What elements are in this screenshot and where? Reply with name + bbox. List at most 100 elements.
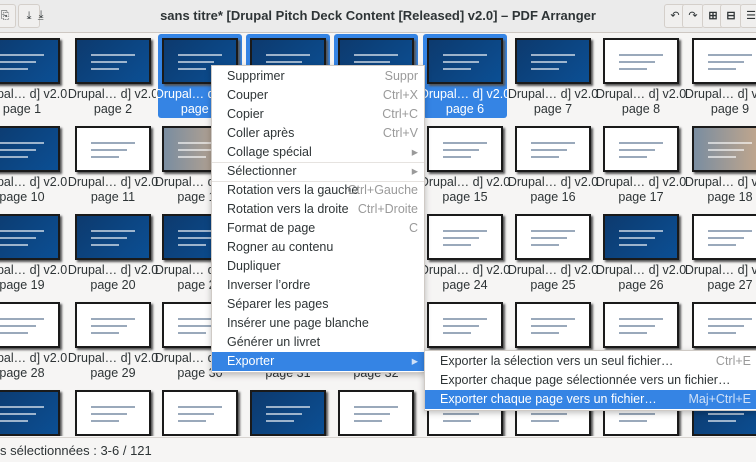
menu-item-accel: Maj+Ctrl+E [688,392,751,406]
menu-item-label: Format de page [227,221,316,235]
menu-item-label: Générer un livret [227,335,321,349]
page-preview [515,302,591,348]
menu-separator [212,181,424,182]
page-preview [338,390,414,436]
menu-item-label: Couper [227,88,268,102]
menu-item-exporter-chaque-page-vers-un-fichier[interactable]: Exporter chaque page vers un fichier… Maj… [425,390,756,409]
page-preview [427,302,503,348]
page-preview [0,214,60,260]
menu-item-g-n-rer-un-livret[interactable]: Générer un livret [212,333,424,352]
page-thumbnail-29[interactable]: Drupal… d] v2.0 page 29 [68,298,158,382]
page-thumbnail-9[interactable]: Drupal… d] v2.0page 9 [685,34,756,118]
page-thumbnail-18[interactable]: Drupal… d] v2.0page 18 [685,122,756,206]
page-preview [162,390,238,436]
menu-item-collage-sp-cial[interactable]: Collage spécial ▸ [212,143,424,162]
menu-item-coller-apr-s[interactable]: Coller après Ctrl+V [212,124,424,143]
page-preview [603,38,679,84]
page-thumbnail-8[interactable]: Drupal… d] v2.0 page 8 [596,34,686,118]
window-title: sans titre* [Drupal Pitch Deck Content [… [160,8,596,23]
page-thumbnail-26[interactable]: Drupal… d] v2.0 page 26 [596,210,686,294]
page-thumbnail-39[interactable]: Drupal… d] v2.0page 39 [158,386,242,436]
menu-item-exporter[interactable]: Exporter ▸ [212,352,424,371]
page-label: Drupal… d] v2.0 [684,87,756,101]
menu-item-dupliquer[interactable]: Dupliquer [212,257,424,276]
page-preview [692,214,756,260]
menu-item-exporter-la-s-lection-vers-un-seul-fichier[interactable]: Exporter la sélection vers un seul fichi… [425,352,756,371]
page-thumbnail-38[interactable]: Drupal… d] v2.0page 38 [71,386,155,436]
page-preview [427,214,503,260]
menu-item-accel: ▸ [411,164,418,178]
redo-icon[interactable]: ↷ [682,4,704,28]
menu-item-label: Rotation vers la droite [227,202,349,216]
page-number: page 27 [707,278,753,292]
menu-item-s-lectionner[interactable]: Sélectionner ▸ [212,162,424,181]
page-thumbnail-11[interactable]: Drupal… d] v2.0 page 11 [68,122,158,206]
menu-item-label: Inverser l’ordre [227,278,311,292]
page-preview [603,302,679,348]
page-thumbnail-24[interactable]: Drupal… d] v2.0 page 24 [420,210,510,294]
page-thumbnail-6[interactable]: Drupal… d] v2.0 page 6 [420,34,510,118]
export-submenu: Exporter la sélection vers un seul fichi… [424,350,756,411]
page-thumbnail-27[interactable]: Drupal… d] v2.0page 27 [685,210,756,294]
menu-item-label: Dupliquer [227,259,281,273]
menu-item-label: Exporter [227,354,275,368]
page-thumbnail-7[interactable]: Drupal… d] v2.0 page 7 [508,34,598,118]
menu-icon[interactable]: ☰ [740,4,756,28]
menu-item-ins-rer-une-page-blanche[interactable]: Insérer une page blanche [212,314,424,333]
page-thumbnail-19[interactable]: Drupal… d] v2.0page 19 [0,210,67,294]
menu-item-accel: ▸ [411,354,418,368]
menu-item-label: Sélectionner [227,164,297,178]
menu-item-label: Rogner au contenu [227,240,334,254]
menu-item-accel: Ctrl+X [382,88,418,102]
page-number: page 18 [707,190,753,204]
menu-item-label: Exporter la sélection vers un seul fichi… [440,354,674,368]
menu-item-label: Insérer une page blanche [227,316,369,330]
menu-item-rotation-vers-la-droite[interactable]: Rotation vers la droite Ctrl+Droite [212,200,424,219]
menu-item-accel: Ctrl+Gauche [347,183,418,197]
menu-item-rotation-vers-la-gauche[interactable]: Rotation vers la gauche Ctrl+Gauche [212,181,424,200]
zoom-out-icon[interactable]: ⊟ [720,4,742,28]
page-preview [75,302,151,348]
page-preview [75,38,151,84]
menu-item-label: Exporter chaque page sélectionnée vers u… [440,373,731,387]
page-preview [250,390,326,436]
menu-separator [212,162,424,163]
page-thumbnail-28[interactable]: Drupal… d] v2.0page 28 [0,298,67,382]
page-thumbnail-1[interactable]: Drupal… d] v2.0page 1 [0,34,67,118]
menu-item-couper[interactable]: Couper Ctrl+X [212,86,424,105]
menu-item-inverser-l-ordre[interactable]: Inverser l’ordre [212,276,424,295]
context-menu: Supprimer Suppr Couper Ctrl+X Copier Ctrl+C Co… [211,65,425,373]
page-thumbnail-2[interactable]: Drupal… d] v2.0 page 2 [68,34,158,118]
page-thumbnail-40[interactable]: Drupal… d] v2.0page 40 [246,386,330,436]
page-thumbnail-16[interactable]: Drupal… d] v2.0 page 16 [508,122,598,206]
menu-item-label: Séparer les pages [227,297,329,311]
menu-item-label: Supprimer [227,69,285,83]
menu-item-rogner-au-contenu[interactable]: Rogner au contenu [212,238,424,257]
menu-item-accel: Ctrl+Droite [357,202,418,216]
page-thumbnail-15[interactable]: Drupal… d] v2.0 page 15 [420,122,510,206]
menu-item-format-de-page[interactable]: Format de page C [212,219,424,238]
page-preview [427,38,503,84]
page-preview [692,38,756,84]
menu-item-copier[interactable]: Copier Ctrl+C [212,105,424,124]
page-preview [515,214,591,260]
page-number: page 9 [710,102,750,116]
menu-item-label: Rotation vers la gauche [227,183,359,197]
page-thumbnail-17[interactable]: Drupal… d] v2.0 page 17 [596,122,686,206]
page-thumbnail-10[interactable]: Drupal… d] v2.0page 10 [0,122,67,206]
page-label: Drupal… d] v2.0 [684,263,756,277]
menu-item-exporter-chaque-page-s-lectionn-e-vers-un-fichier[interactable]: Exporter chaque page sélectionnée vers u… [425,371,756,390]
page-preview [692,126,756,172]
menu-item-accel: Ctrl+C [382,107,418,121]
page-thumbnail-41[interactable]: Drupal… d] v2.0page 41 [334,386,418,436]
menu-item-supprimer[interactable]: Supprimer Suppr [212,67,424,86]
page-preview [75,214,151,260]
page-preview [0,390,60,436]
page-preview [427,126,503,172]
menu-item-s-parer-les-pages[interactable]: Séparer les pages [212,295,424,314]
page-thumbnail-20[interactable]: Drupal… d] v2.0 page 20 [68,210,158,294]
menu-item-accel: ▸ [411,145,418,159]
page-thumbnail-25[interactable]: Drupal… d] v2.0 page 25 [508,210,598,294]
menu-item-accel: Ctrl+E [715,354,751,368]
page-thumbnail-37[interactable]: Drupal… d] v2.0page 37 [0,386,64,436]
